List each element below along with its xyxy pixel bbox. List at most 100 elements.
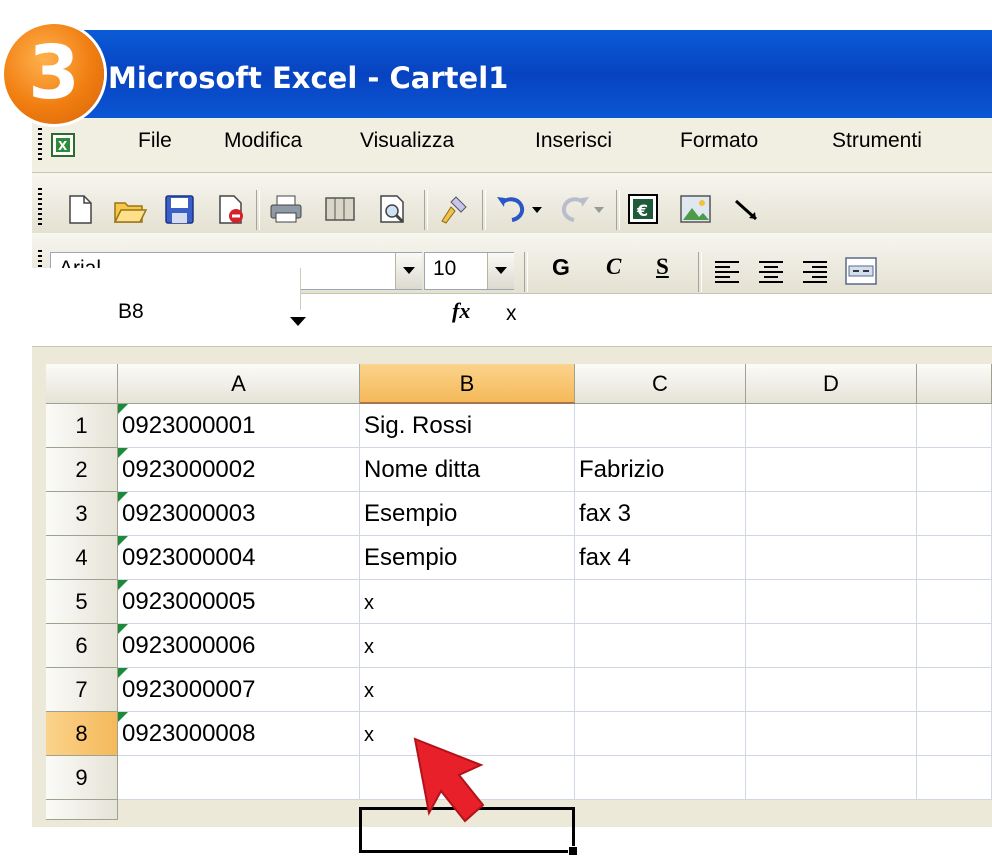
fill-handle[interactable] [568,846,578,856]
cell-a5[interactable]: 0923000005 [118,580,360,624]
cell-e6[interactable] [917,624,992,668]
excel-doc-icon[interactable]: X [50,132,80,160]
row-header[interactable]: 8 [46,712,118,756]
format-painter-icon[interactable] [436,193,472,225]
euro-conversion-icon[interactable]: € [626,193,662,225]
undo-dropdown-icon[interactable] [528,193,548,225]
cell-d8[interactable] [746,712,917,756]
cell-value: 0923000002 [122,456,256,483]
font-dropdown-button[interactable] [395,253,422,289]
cell-b5[interactable]: x [360,580,575,624]
cell-d2[interactable] [746,448,917,492]
undo-icon[interactable] [494,193,530,225]
menu-modifica[interactable]: Modifica [224,129,302,153]
cell-e9[interactable] [917,756,992,800]
cell-e5[interactable] [917,580,992,624]
cell-d4[interactable] [746,536,917,580]
cell-a8[interactable]: 0923000008 [118,712,360,756]
cell-c4[interactable]: fax 4 [575,536,746,580]
menu-formato[interactable]: Formato [680,129,758,153]
cell-c6[interactable] [575,624,746,668]
cell-c3[interactable]: fax 3 [575,492,746,536]
menu-strumenti[interactable]: Strumenti [832,129,922,153]
cell-a3[interactable]: 0923000003 [118,492,360,536]
bold-button[interactable]: G [552,254,570,281]
cell-e1[interactable] [917,404,992,448]
cell-d7[interactable] [746,668,917,712]
print-preview-icon[interactable] [375,193,411,225]
size-dropdown-button[interactable] [487,253,514,289]
cell-b3[interactable]: Esempio [360,492,575,536]
italic-button[interactable]: C [606,254,621,280]
cell-a1[interactable]: 0923000001 [118,404,360,448]
row-header[interactable]: 1 [46,404,118,448]
cell-a2[interactable]: 0923000002 [118,448,360,492]
insert-picture-icon[interactable] [678,193,714,225]
text-number-indicator-icon [118,712,128,722]
row-header[interactable] [46,800,118,820]
permission-icon[interactable] [212,193,248,225]
chevron-down-icon[interactable] [290,317,306,326]
text-number-indicator-icon [118,404,128,414]
underline-button[interactable]: S [656,254,669,280]
print-icon[interactable] [268,193,304,225]
name-box[interactable] [14,268,301,310]
cell-c9[interactable] [575,756,746,800]
column-header-b[interactable]: B [360,364,575,404]
cell-e7[interactable] [917,668,992,712]
cell-b2[interactable]: Nome ditta [360,448,575,492]
cell-b7[interactable]: x [360,668,575,712]
cell-c2[interactable]: Fabrizio [575,448,746,492]
formula-input[interactable]: x [506,302,517,326]
column-header-a[interactable]: A [118,364,360,404]
row-header[interactable]: 4 [46,536,118,580]
row-header[interactable]: 7 [46,668,118,712]
cell-d5[interactable] [746,580,917,624]
row-header[interactable]: 3 [46,492,118,536]
cell-d6[interactable] [746,624,917,668]
cell-d1[interactable] [746,404,917,448]
cell-e2[interactable] [917,448,992,492]
cell-a7[interactable]: 0923000007 [118,668,360,712]
cell-a4[interactable]: 0923000004 [118,536,360,580]
merge-center-icon[interactable] [844,256,878,286]
title-bar: Microsoft Excel - Cartel1 [32,30,992,118]
save-icon[interactable] [162,193,198,225]
cell-c8[interactable] [575,712,746,756]
row-header[interactable]: 2 [46,448,118,492]
cell-e8[interactable] [917,712,992,756]
align-center-icon[interactable] [756,258,786,284]
cell-c5[interactable] [575,580,746,624]
select-all-corner[interactable] [46,364,118,404]
column-header-e[interactable] [917,364,992,404]
cell-b4[interactable]: Esempio [360,536,575,580]
cell-a9[interactable] [118,756,360,800]
row-header[interactable]: 9 [46,756,118,800]
cell-e3[interactable] [917,492,992,536]
align-left-icon[interactable] [712,258,742,284]
cell-c7[interactable] [575,668,746,712]
insert-function-icon[interactable]: fx [452,298,470,324]
cell-d3[interactable] [746,492,917,536]
cell-e4[interactable] [917,536,992,580]
cell-b1[interactable]: Sig. Rossi [360,404,575,448]
font-size-combo[interactable]: 10 [424,252,514,290]
column-header-c[interactable]: C [575,364,746,404]
align-right-icon[interactable] [800,258,830,284]
open-icon[interactable] [112,193,148,225]
research-icon[interactable] [322,193,358,225]
row-header[interactable]: 5 [46,580,118,624]
row-header[interactable]: 6 [46,624,118,668]
redo-dropdown-icon[interactable] [590,193,610,225]
redo-icon[interactable] [556,193,592,225]
menu-inserisci[interactable]: Inserisci [535,129,612,153]
menu-visualizza[interactable]: Visualizza [360,129,454,153]
column-header-d[interactable]: D [746,364,917,404]
cell-a6[interactable]: 0923000006 [118,624,360,668]
menu-file[interactable]: File [138,129,172,153]
cell-c1[interactable] [575,404,746,448]
drawing-icon[interactable] [730,193,766,225]
cell-b6[interactable]: x [360,624,575,668]
cell-d9[interactable] [746,756,917,800]
new-icon[interactable] [62,193,98,225]
